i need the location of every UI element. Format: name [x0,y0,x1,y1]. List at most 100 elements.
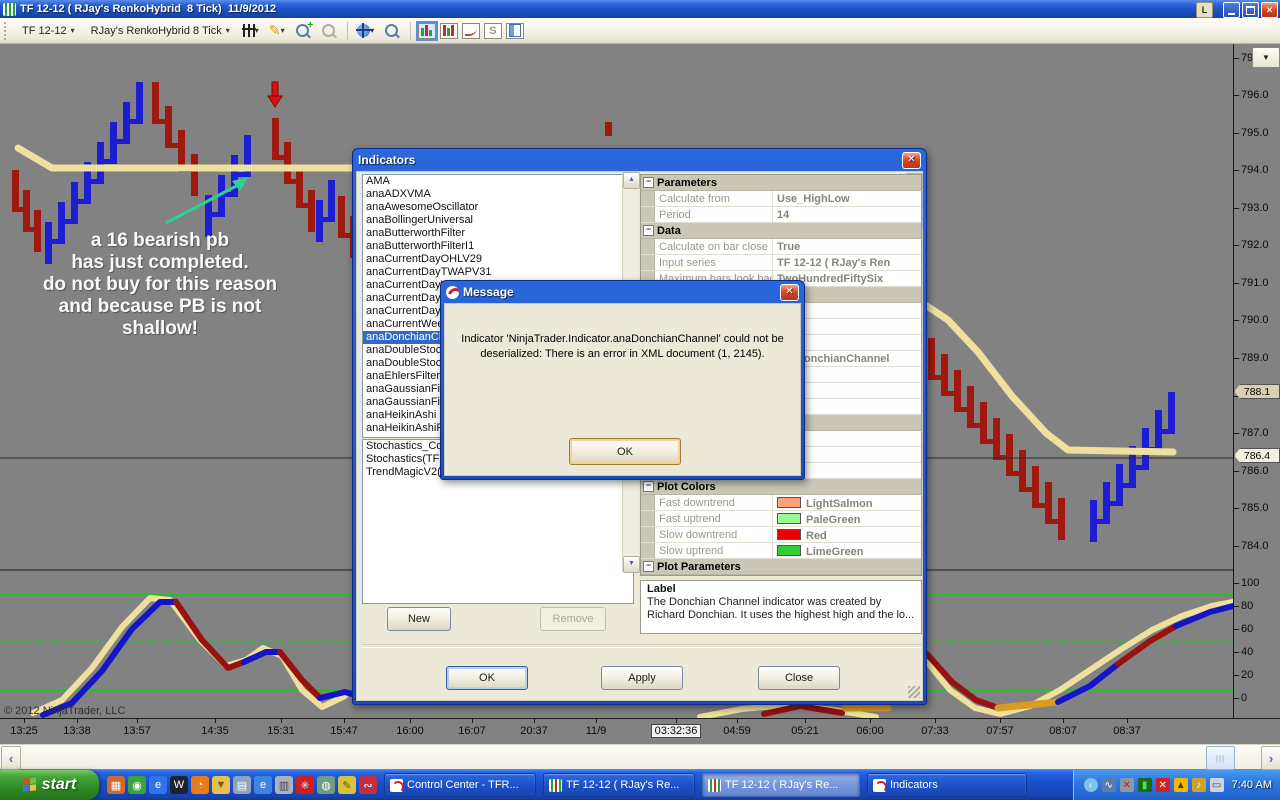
property-category[interactable]: − Plot Colors [641,479,921,495]
price-axis-menu-button[interactable]: ▼ [1252,47,1280,68]
scroll-up-icon[interactable]: ▲ [623,172,640,189]
time-tick-label: 15:47 [330,725,358,737]
property-label: Period [655,207,773,222]
property-category[interactable]: − Data [641,223,921,239]
network-disconnected-icon[interactable]: ✕ [1119,778,1134,792]
color-swatch [777,513,801,524]
close-icon[interactable]: ✕ [902,151,921,169]
reload-data-button[interactable]: ▾ [355,21,377,41]
quick-launch-icon-9[interactable]: ▥ [275,776,293,794]
quick-launch-icon-10[interactable]: ✳ [296,776,314,794]
bars-type-button[interactable] [439,22,458,39]
price-tick-label: 789.0 [1241,352,1269,364]
close-button[interactable]: ✕ [1261,2,1278,18]
series-dropdown[interactable]: RJay's RenkoHybrid 8 Tick ▾ [85,22,236,40]
quick-launch-icon-5[interactable]: ◔ [191,776,209,794]
indicator-list-item[interactable]: anaADXVMA [363,188,633,201]
remove-button[interactable]: Remove [540,607,606,631]
pencil-icon: ✎ [268,22,281,38]
osc-tick-label: 100 [1241,577,1260,589]
draw-button[interactable]: ✎ ▾ [266,21,288,41]
restore-button[interactable] [1242,2,1259,18]
network-activity-icon[interactable]: ∿ [1101,778,1116,792]
property-category[interactable]: − Parameters [641,175,921,191]
quick-launch-icon-13[interactable]: ∾ [359,776,377,794]
indicator-list-item[interactable]: anaCurrentDayTWAPV31 [363,266,633,279]
osc-tick-label: 80 [1241,600,1254,612]
property-row: Slow uptrend LimeGreen [641,543,921,559]
collapse-icon[interactable]: − [643,177,654,188]
display-icon[interactable]: ▭ [1209,778,1224,792]
ok-button[interactable]: OK [446,666,528,690]
description-text: The Donchian Channel indicator was creat… [647,596,915,621]
scroll-right-button[interactable]: › [1261,746,1280,770]
close-button[interactable]: Close [758,666,840,690]
security-alert-icon[interactable]: ✕ [1155,778,1170,792]
scroll-down-icon[interactable]: ▼ [623,556,640,573]
minimize-button[interactable] [1223,2,1240,18]
window-title-bar[interactable]: TF 12-12 ( RJay's RenkoHybrid 8 Tick) 11… [0,0,1280,18]
start-button[interactable]: start [0,770,99,800]
ok-button[interactable]: OK [569,438,681,465]
data-box-button[interactable] [381,21,403,41]
quick-launch-icon-2[interactable]: ◉ [128,776,146,794]
taskbar-clock: 7:40 AM [1231,779,1272,791]
message-dialog-title-bar[interactable]: Message ✕ [444,281,801,303]
hide-icons-chevron-icon[interactable]: ‹ [1083,778,1098,792]
collapse-icon[interactable]: − [643,561,654,572]
quick-launch-icon-11[interactable]: ◍ [317,776,335,794]
zoom-in-button[interactable]: + [292,20,314,41]
taskbar-button[interactable]: TF 12-12 ( RJay's Re... [543,773,695,797]
scrollbar-thumb[interactable]: ||| [1206,746,1235,770]
indicator-list-item[interactable]: anaCurrentDayOHLV29 [363,253,633,266]
taskbar-button[interactable]: TF 12-12 ( RJay's Re... [702,773,860,797]
indicator-list-item[interactable]: anaBollingerUniversal [363,214,633,227]
ninjatrader-chart-icon [3,2,16,16]
quick-launch-icon-12[interactable]: ✎ [338,776,356,794]
quick-launch-bar: ▦ ◉ e W ◔ ▼ ▤ e ▥ ✳ ◍ ✎ ∾ [107,776,377,794]
horizontal-scrollbar[interactable]: ‹ ||| › [0,744,1280,770]
quick-launch-icon-8[interactable]: e [254,776,272,794]
price-tick-label: 794.0 [1241,164,1269,176]
audio-icon[interactable]: ♪ [1191,778,1206,792]
properties-button[interactable] [505,22,524,39]
chart-style-button[interactable] [461,22,480,39]
strategies-button[interactable]: S [483,22,502,39]
quick-launch-icon-3[interactable]: e [149,776,167,794]
resize-grip[interactable] [908,686,920,698]
indicator-list-item[interactable]: anaButterworthFilterI1 [363,240,633,253]
s-icon: S [489,24,497,37]
indicator-list-item[interactable]: anaButterworthFilter [363,227,633,240]
toolbar-separator [409,21,411,40]
taskbar-button[interactable]: Control Center - TFR... [384,773,536,797]
quick-launch-icon-1[interactable]: ▦ [107,776,125,794]
zoom-out-button[interactable] [318,21,340,41]
indicator-list-item[interactable]: AMA [363,175,633,188]
property-value: 14 [777,209,790,221]
indicator-list-item[interactable]: anaAwesomeOscillator [363,201,633,214]
panel-icon [508,24,521,37]
collapse-icon[interactable]: − [643,481,654,492]
quick-launch-icon-7[interactable]: ▤ [233,776,251,794]
signal-strength-icon[interactable]: ▮ [1137,778,1152,792]
scroll-left-button[interactable]: ‹ [1,746,21,770]
property-category[interactable]: − Plot Parameters [641,559,921,575]
warning-icon[interactable]: ▲ [1173,778,1188,792]
chart-panel-button[interactable] [415,20,438,41]
category-label: Parameters [657,176,717,189]
apply-button[interactable]: Apply [601,666,683,690]
new-button[interactable]: New [387,607,451,631]
collapse-icon[interactable]: − [643,225,654,236]
quick-launch-icon-6[interactable]: ▼ [212,776,230,794]
indicators-dialog-title-bar[interactable]: Indicators ✕ [356,149,923,171]
annotation-line: shallow! [121,318,198,339]
link-button[interactable]: L [1196,2,1213,18]
taskbar-button[interactable]: Indicators [867,773,1027,797]
instrument-dropdown[interactable]: TF 12-12 ▾ [16,22,81,40]
price-tick-label: 784.0 [1241,540,1269,552]
toolbar-grip[interactable] [4,21,10,40]
osc-tick-label: 40 [1241,646,1254,658]
close-icon[interactable]: ✕ [780,283,799,301]
intervals-button[interactable]: ▾ [240,21,262,41]
quick-launch-icon-4[interactable]: W [170,776,188,794]
